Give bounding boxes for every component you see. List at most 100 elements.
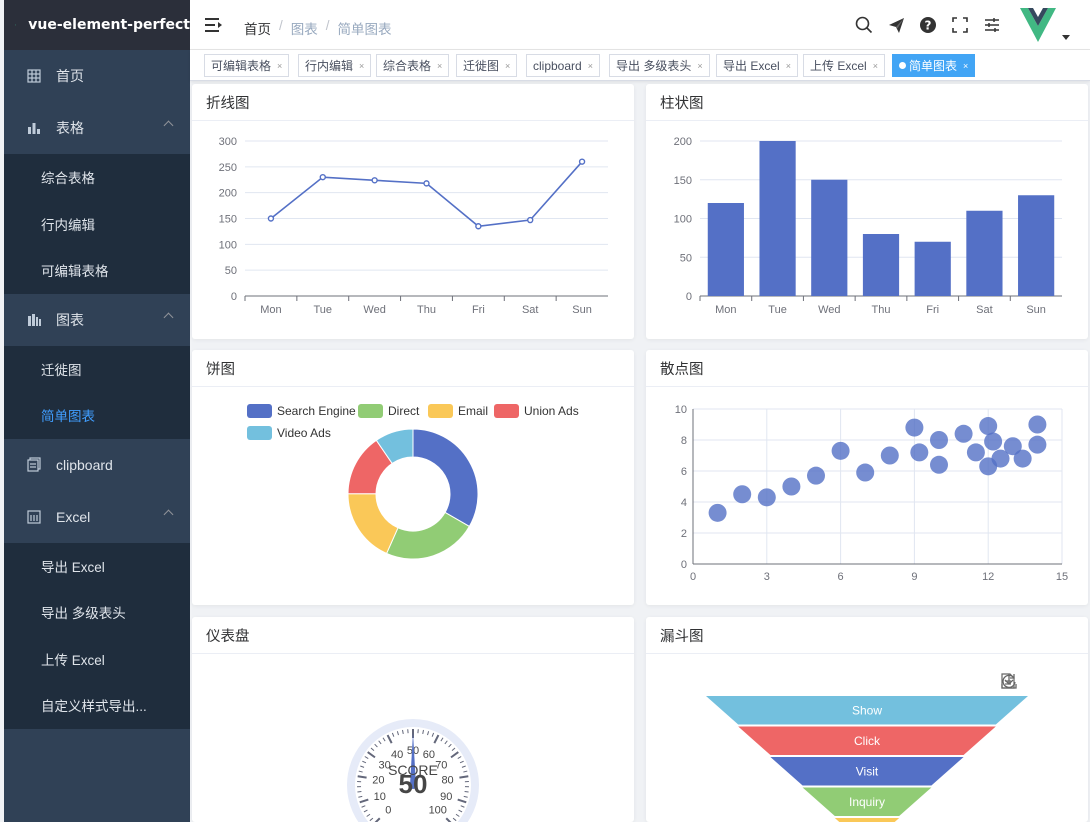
legend-item[interactable]: Search Engine	[247, 404, 356, 418]
bar[interactable]	[1018, 195, 1055, 296]
tag-item[interactable]: 可编辑表格 ×	[204, 54, 290, 77]
settings-sliders-icon[interactable]	[982, 15, 1002, 35]
scatter-point[interactable]	[807, 466, 825, 485]
scatter-point[interactable]	[880, 446, 899, 465]
sidebar-subitem[interactable]: 可编辑表格	[4, 247, 190, 294]
legend-item[interactable]: Union Ads	[494, 404, 579, 418]
breadcrumb-charts[interactable]: 图表	[291, 18, 318, 38]
x-tick-label: Mon	[715, 304, 736, 316]
sidebar-item[interactable]: clipboard	[4, 439, 190, 491]
tag-item[interactable]: 上传 Excel ×	[803, 54, 885, 77]
pie-slice[interactable]	[412, 428, 479, 528]
close-icon[interactable]: ×	[786, 61, 791, 71]
send-icon[interactable]	[886, 15, 906, 35]
x-tick-label: Mon	[260, 304, 281, 316]
sidebar-item-label: 综合表格	[41, 171, 95, 187]
gauge-tick	[464, 791, 469, 793]
bar[interactable]	[862, 234, 900, 296]
scatter-point[interactable]	[930, 455, 948, 474]
data-point[interactable]	[578, 158, 586, 165]
tag-item[interactable]: 综合表格 ×	[376, 54, 450, 77]
scatter-point[interactable]	[782, 477, 801, 496]
app-logo[interactable]: vue-element-perfect	[4, 0, 190, 50]
pie-slice[interactable]	[347, 493, 399, 555]
bar[interactable]	[759, 141, 796, 296]
scatter-point[interactable]	[1013, 449, 1032, 468]
sidebar-group[interactable]: Excel	[4, 491, 190, 543]
data-point[interactable]	[267, 215, 275, 222]
gauge-tick-label: 80	[441, 775, 453, 787]
scatter-point[interactable]	[984, 432, 1003, 451]
sidebar-subitem[interactable]: 简单图表	[4, 392, 190, 439]
data-point[interactable]	[527, 216, 534, 224]
x-tick-label: 12	[982, 571, 994, 583]
close-icon[interactable]: ×	[505, 61, 510, 71]
tags-view: 可编辑表格 × 行内编辑 × 综合表格 × 迁徙图 × clipboard × 导出 多级表头 × 导出…	[190, 50, 1090, 81]
sidebar-subitem[interactable]: 导出 Excel	[4, 542, 190, 589]
scatter-point[interactable]	[757, 488, 776, 507]
scatter-point[interactable]	[966, 443, 985, 462]
pie-slice[interactable]	[385, 511, 471, 560]
bar-chart: 0 50 100 150 200 Mon Tue Wed Thu Fri Sat Sun	[674, 136, 1062, 316]
data-point[interactable]	[319, 173, 326, 181]
funnel-segment[interactable]	[834, 818, 900, 822]
sidebar-subitem[interactable]: 综合表格	[4, 154, 190, 201]
bar[interactable]	[914, 241, 951, 296]
tag-item[interactable]: 迁徙图 ×	[456, 54, 518, 77]
data-point[interactable]	[423, 180, 430, 187]
close-icon[interactable]: ×	[697, 61, 702, 71]
x-tick-label: 15	[1056, 571, 1068, 583]
avatar[interactable]	[1018, 8, 1058, 42]
legend-item[interactable]: Email	[428, 404, 488, 418]
scatter-point[interactable]	[733, 485, 752, 504]
scatter-point[interactable]	[1028, 435, 1047, 454]
sidebar-subitem[interactable]: 导出 多级表头	[4, 589, 190, 636]
close-icon[interactable]: ×	[588, 61, 593, 71]
bar[interactable]	[707, 203, 744, 296]
sidebar-subitem[interactable]: 自定义样式导出...	[4, 682, 190, 729]
close-icon[interactable]: ×	[277, 61, 282, 71]
legend-item[interactable]: Direct	[358, 404, 419, 418]
scatter-point[interactable]	[856, 463, 875, 482]
bar[interactable]	[811, 179, 848, 296]
sidebar-item[interactable]: 首页	[4, 50, 190, 102]
bar[interactable]	[966, 210, 1003, 296]
data-point[interactable]	[371, 177, 378, 184]
help-icon[interactable]: ?	[918, 15, 938, 35]
data-point[interactable]	[475, 223, 482, 230]
sidebar-subitem[interactable]: 上传 Excel	[4, 635, 190, 682]
fullscreen-icon[interactable]	[950, 15, 970, 35]
scatter-point[interactable]	[979, 417, 998, 436]
legend-item[interactable]: Video Ads	[247, 426, 331, 440]
scatter-point[interactable]	[831, 441, 850, 460]
sidebar-subitem[interactable]: 行内编辑	[4, 200, 190, 247]
close-icon[interactable]: ×	[437, 61, 442, 71]
scatter-point[interactable]	[910, 443, 929, 462]
hamburger-icon[interactable]	[205, 17, 223, 33]
close-icon[interactable]: ×	[873, 61, 878, 71]
scatter-point[interactable]	[708, 503, 727, 522]
breadcrumb-separator: /	[279, 18, 283, 33]
sidebar-subitem[interactable]: 迁徙图	[4, 345, 190, 392]
tag-item[interactable]: 简单图表 ×	[892, 54, 976, 77]
scatter-point[interactable]	[930, 431, 948, 449]
search-icon[interactable]	[854, 15, 874, 35]
sidebar-group[interactable]: 表格	[4, 102, 190, 154]
caret-down-icon[interactable]	[1062, 34, 1070, 40]
breadcrumb-home[interactable]: 首页	[244, 18, 271, 38]
tag-item[interactable]: 行内编辑 ×	[298, 54, 372, 77]
scatter-point[interactable]	[1028, 415, 1047, 434]
scatter-point[interactable]	[954, 424, 973, 443]
tag-item[interactable]: 导出 Excel ×	[716, 54, 798, 77]
tag-item[interactable]: clipboard ×	[526, 54, 600, 77]
gauge-tick	[366, 813, 371, 817]
breadcrumb: 首页 / 图表 / 简单图表	[244, 18, 392, 38]
gauge-tick-label: 90	[440, 791, 452, 803]
legend-swatch	[247, 404, 272, 418]
sidebar-group[interactable]: 图表	[4, 294, 190, 346]
gauge-tick	[396, 731, 399, 736]
scatter-point[interactable]	[905, 418, 924, 437]
close-icon[interactable]: ×	[963, 61, 968, 71]
close-icon[interactable]: ×	[359, 61, 364, 71]
tag-item[interactable]: 导出 多级表头 ×	[609, 54, 710, 77]
